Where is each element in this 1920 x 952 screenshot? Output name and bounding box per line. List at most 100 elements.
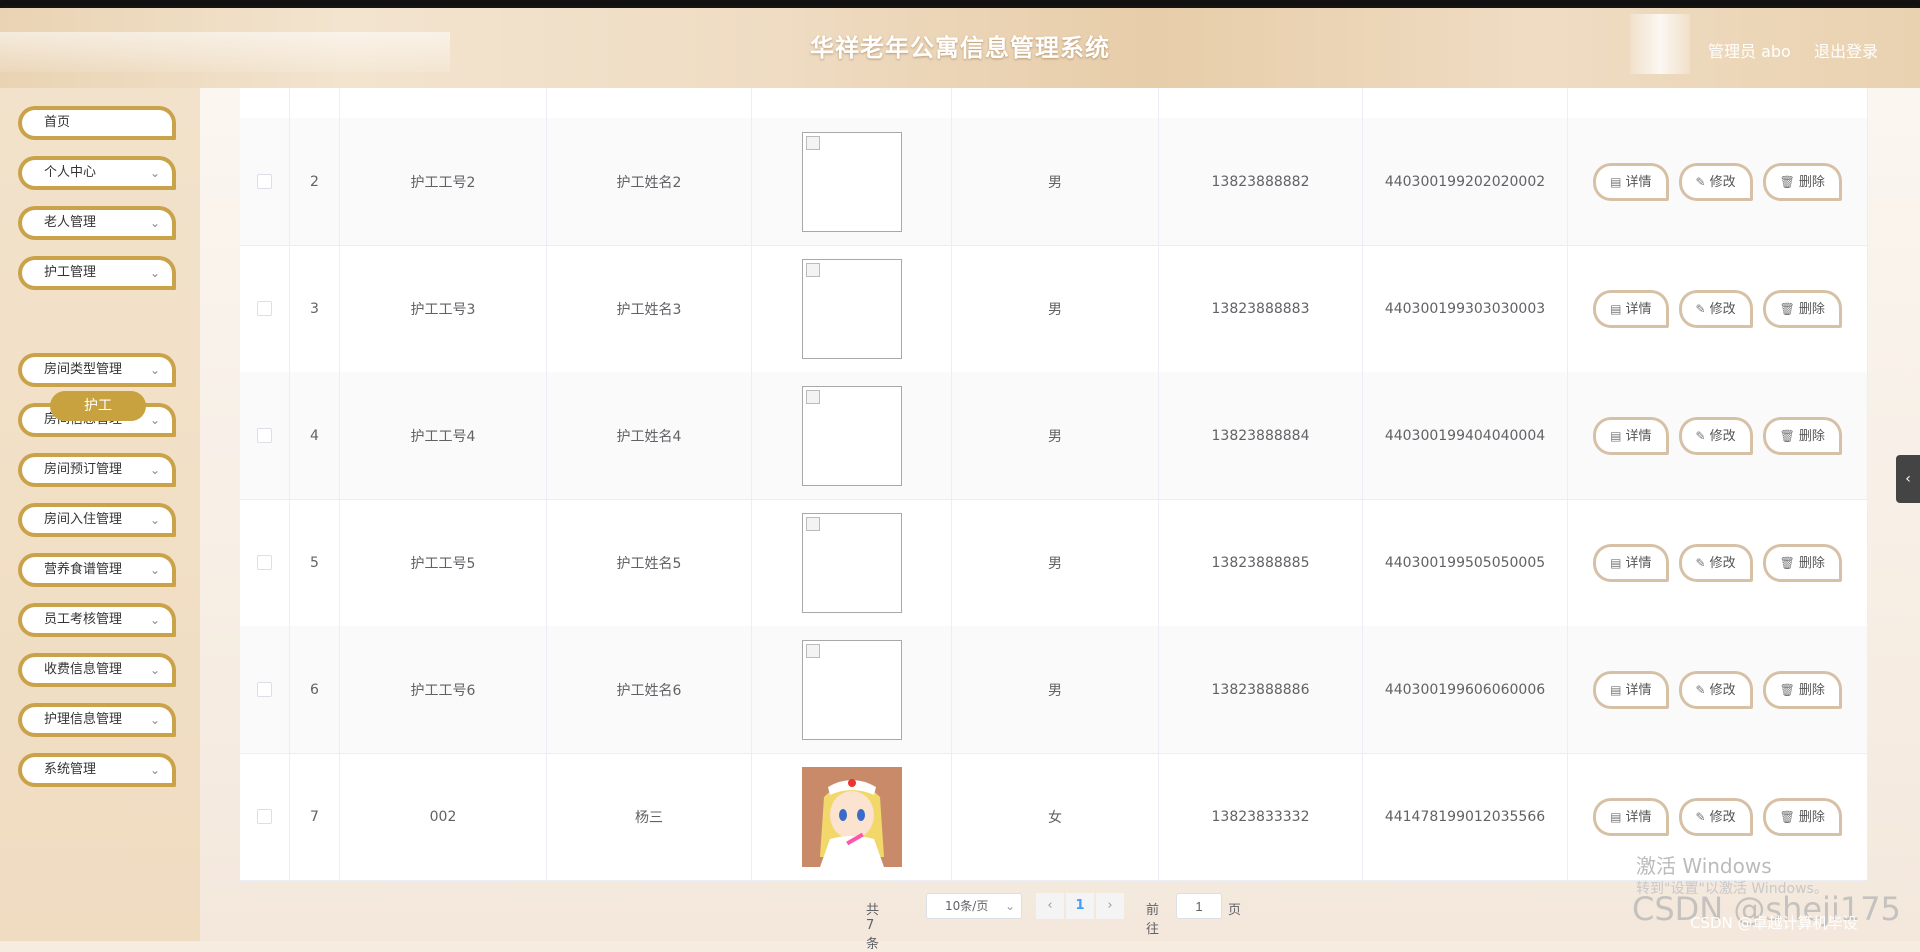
cell-chk xyxy=(240,118,290,245)
cell-gender: 男 xyxy=(952,372,1159,499)
page-size-value: 10条/页 xyxy=(945,899,989,913)
cell-phone: 13823888886 xyxy=(1159,626,1363,753)
sidebar-item-4[interactable]: 房间类型管理 ⌄ xyxy=(18,353,176,387)
row-checkbox[interactable] xyxy=(257,555,272,570)
detail-button[interactable]: ▤ 详情 xyxy=(1593,162,1669,201)
sidebar-item-11[interactable]: 护理信息管理 ⌄ xyxy=(18,703,176,737)
pencil-icon: ✎ xyxy=(1695,428,1706,443)
delete-button[interactable]: 🗑 删除 xyxy=(1762,162,1842,201)
sidebar-item-label: 老人管理 xyxy=(44,215,97,230)
next-page-button[interactable]: › xyxy=(1096,893,1124,919)
cell-text-phone: 13823888885 xyxy=(1211,554,1310,571)
sidebar-item-6[interactable]: 房间预订管理 ⌄ xyxy=(18,453,176,487)
chevron-down-icon: ⌄ xyxy=(149,613,160,627)
cell-text-phone: 13823888886 xyxy=(1211,681,1310,698)
cell-actions: ▤ 详情 ✎ 修改 🗑 删除 xyxy=(1568,118,1868,245)
sidebar-item-9[interactable]: 员工考核管理 ⌄ xyxy=(18,603,176,637)
chevron-down-icon: ⌄ xyxy=(149,563,160,577)
table-row[interactable]: 5 护工工号5 护工姓名5 男 13823888885 44030019950505000… xyxy=(240,499,1868,627)
prev-page-button[interactable]: ‹ xyxy=(1036,893,1064,919)
detail-button[interactable]: ▤ 详情 xyxy=(1593,797,1669,836)
row-checkbox[interactable] xyxy=(257,428,272,443)
sidebar-item-8[interactable]: 营养食谱管理 ⌄ xyxy=(18,553,176,587)
cell-text-gender: 男 xyxy=(1048,428,1062,445)
cell-text-index: 7 xyxy=(310,808,319,825)
edit-button[interactable]: ✎ 修改 xyxy=(1678,797,1753,836)
cell-text-name: 护工姓名5 xyxy=(616,555,682,572)
table-row[interactable]: 4 护工工号4 护工姓名4 男 13823888884 44030019940404000… xyxy=(240,372,1868,500)
edit-label: 修改 xyxy=(1709,809,1736,825)
detail-label: 详情 xyxy=(1625,428,1652,444)
cell-gender: 女 xyxy=(952,753,1159,880)
trash-icon: 🗑 xyxy=(1779,428,1795,443)
edit-button[interactable]: ✎ 修改 xyxy=(1678,162,1753,201)
table-cell xyxy=(1159,88,1363,118)
cell-text-worker_id: 护工工号2 xyxy=(410,174,476,191)
edit-label: 修改 xyxy=(1709,301,1736,317)
sidebar-item-10[interactable]: 收费信息管理 ⌄ xyxy=(18,653,176,687)
broken-image xyxy=(801,639,902,740)
sidebar-item-1[interactable]: 个人中心 ⌄ xyxy=(18,156,176,190)
delete-button[interactable]: 🗑 删除 xyxy=(1762,670,1842,709)
cell-text-id_card: 440300199404040004 xyxy=(1384,427,1546,444)
sidebar-item-0[interactable]: 首页 xyxy=(18,106,176,140)
collapse-panel-button[interactable]: ‹ xyxy=(1896,455,1920,503)
chevron-down-icon: ⌄ xyxy=(149,413,160,427)
anime-nurse-picture xyxy=(801,766,902,867)
table-row[interactable]: 7 002 杨三女 13823833332 441478199012035566 ▤ 详情 ✎… xyxy=(240,753,1868,881)
trash-icon: 🗑 xyxy=(1779,301,1795,316)
row-checkbox[interactable] xyxy=(257,809,272,824)
sidebar-item-7[interactable]: 房间入住管理 ⌄ xyxy=(18,503,176,537)
cell-name: 护工姓名2 xyxy=(547,118,752,245)
page-number-1[interactable]: 1 xyxy=(1066,893,1094,919)
cell-phone: 13823833332 xyxy=(1159,753,1363,880)
detail-button[interactable]: ▤ 详情 xyxy=(1593,670,1669,709)
cell-worker_id: 002 xyxy=(340,753,547,880)
delete-button[interactable]: 🗑 删除 xyxy=(1762,289,1842,328)
table-row[interactable]: 2 护工工号2 护工姓名2 男 13823888882 44030019920202000… xyxy=(240,118,1868,246)
cell-index: 4 xyxy=(290,372,340,499)
detail-label: 详情 xyxy=(1625,174,1652,190)
edit-button[interactable]: ✎ 修改 xyxy=(1678,289,1753,328)
cell-id_card: 440300199505050005 xyxy=(1363,499,1568,626)
document-icon: ▤ xyxy=(1610,174,1622,189)
edit-button[interactable]: ✎ 修改 xyxy=(1678,670,1753,709)
row-checkbox[interactable] xyxy=(257,301,272,316)
delete-button[interactable]: 🗑 删除 xyxy=(1762,797,1842,836)
detail-button[interactable]: ▤ 详情 xyxy=(1593,416,1669,455)
detail-button[interactable]: ▤ 详情 xyxy=(1593,543,1669,582)
delete-button[interactable]: 🗑 删除 xyxy=(1762,543,1842,582)
cell-worker_id: 护工工号5 xyxy=(340,499,547,626)
delete-label: 删除 xyxy=(1798,301,1825,317)
cell-id_card: 440300199404040004 xyxy=(1363,372,1568,499)
broken-image-icon xyxy=(805,516,820,531)
sidebar-item-label: 收费信息管理 xyxy=(44,662,123,677)
sidebar-item-2[interactable]: 老人管理 ⌄ xyxy=(18,206,176,240)
broken-image xyxy=(801,385,902,486)
table-row[interactable]: 6 护工工号6 护工姓名6 男 13823888886 44030019960606000… xyxy=(240,626,1868,754)
sidebar-item-label: 个人中心 xyxy=(44,165,97,180)
sidebar-item-label: 营养食谱管理 xyxy=(44,562,123,577)
sidebar-subitem-nurse[interactable]: 护工 xyxy=(50,391,146,421)
detail-button[interactable]: ▤ 详情 xyxy=(1593,289,1669,328)
goto-page-input[interactable] xyxy=(1176,893,1222,919)
logout-link[interactable]: 退出登录 xyxy=(1814,38,1878,62)
detail-label: 详情 xyxy=(1625,809,1652,825)
chevron-down-icon: ⌄ xyxy=(149,513,160,527)
sidebar-item-3[interactable]: 护工管理 ⌄ xyxy=(18,256,176,290)
edit-button[interactable]: ✎ 修改 xyxy=(1678,543,1753,582)
cell-chk xyxy=(240,499,290,626)
edit-button[interactable]: ✎ 修改 xyxy=(1678,416,1753,455)
cell-index: 7 xyxy=(290,753,340,880)
page-size-select[interactable]: 10条/页 ⌄ xyxy=(926,893,1022,919)
sidebar-item-12[interactable]: 系统管理 ⌄ xyxy=(18,753,176,787)
cell-name: 护工姓名6 xyxy=(547,626,752,753)
cell-text-name: 护工姓名3 xyxy=(616,301,682,318)
cell-text-name: 护工姓名6 xyxy=(616,682,682,699)
row-checkbox[interactable] xyxy=(257,682,272,697)
cell-chk xyxy=(240,245,290,372)
delete-button[interactable]: 🗑 删除 xyxy=(1762,416,1842,455)
table-row[interactable]: 3 护工工号3 护工姓名3 男 13823888883 44030019930303000… xyxy=(240,245,1868,373)
pencil-icon: ✎ xyxy=(1695,174,1706,189)
row-checkbox[interactable] xyxy=(257,174,272,189)
